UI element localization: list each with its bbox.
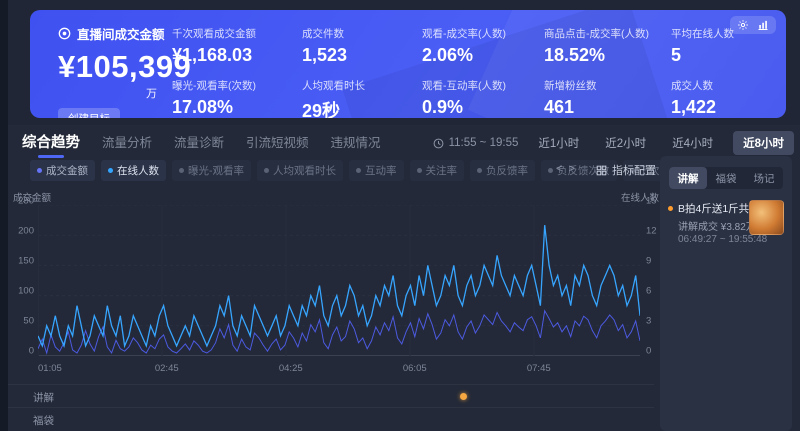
metric-label: 观看-成交率(人数) — [422, 26, 544, 41]
range-button-2h[interactable]: 近2小时 — [599, 131, 652, 155]
side-tab-luckybag[interactable]: 福袋 — [707, 167, 745, 189]
metric-value: 5 — [671, 45, 786, 66]
metric-label: 千次观看成交金额 — [172, 26, 302, 41]
side-panel: 讲解 福袋 场记 B拍4斤送1斤共35-4... 讲解成交 ¥3.82万 06:… — [660, 156, 792, 431]
explain-list-item[interactable]: B拍4斤送1斤共35-4... 讲解成交 ¥3.82万 06:49:27 ~ 1… — [668, 200, 784, 254]
gmv-amount: ¥105,399 — [58, 51, 188, 82]
range-button-1h[interactable]: 近1小时 — [532, 131, 585, 155]
dot-icon — [264, 168, 269, 173]
clock-icon — [433, 138, 444, 149]
dot-icon — [417, 168, 422, 173]
metric-label: 成交人数 — [671, 78, 786, 93]
dot-icon — [179, 168, 184, 173]
time-range-text: 11:55 ~ 19:55 — [449, 137, 519, 149]
stats-icon[interactable] — [757, 19, 769, 31]
banner-title-label: 直播间成交金额 — [77, 24, 165, 43]
time-range-display: 11:55 ~ 19:55 — [433, 137, 519, 149]
metric-label: 商品点击-成交率(人数) — [544, 26, 671, 41]
metric-value: 1,523 — [302, 45, 422, 66]
chip-negative-feedback-rate[interactable]: 负反馈率 — [470, 160, 535, 181]
chip-interaction-rate[interactable]: 互动率 — [349, 160, 404, 181]
explain-track-row: 讲解 — [8, 384, 654, 407]
target-icon — [58, 27, 71, 40]
metric-value: 17.08% — [172, 97, 302, 118]
tab-violations[interactable]: 违规情况 — [331, 132, 381, 151]
dot-icon — [548, 168, 553, 173]
metric-label: 曝光-观看率(次数) — [172, 78, 302, 93]
track-label-luckybag: 福袋 — [33, 413, 54, 428]
track-label-explain: 讲解 — [33, 390, 54, 405]
dot-icon — [356, 168, 361, 173]
online-users-line — [38, 225, 640, 346]
create-goal-button[interactable]: 创建目标 — [58, 108, 120, 118]
tab-overall-trend[interactable]: 综合趋势 — [22, 131, 80, 158]
online-dot-icon — [108, 168, 113, 173]
chip-gmv[interactable]: 成交金额 — [30, 160, 95, 181]
side-tab-explain[interactable]: 讲解 — [669, 167, 707, 189]
config-grid-icon — [596, 165, 607, 176]
gmv-banner: 直播间成交金额 ¥105,399 万 创建目标 千次观看成交金额¥1,168.0… — [30, 10, 786, 118]
item-title: B拍4斤送1斤共35-4... — [678, 201, 754, 216]
tab-traffic-analysis[interactable]: 流量分析 — [102, 132, 152, 151]
trend-chart[interactable] — [38, 205, 640, 356]
metric-value: 2.06% — [422, 45, 544, 66]
side-tab-session-notes[interactable]: 场记 — [745, 167, 783, 189]
item-gmv: 讲解成交 ¥3.82万 — [678, 218, 756, 233]
dot-icon — [477, 168, 482, 173]
gear-icon[interactable] — [737, 19, 749, 31]
chip-online-users[interactable]: 在线人数 — [101, 160, 166, 181]
metric-label: 人均观看时长 — [302, 78, 422, 93]
metric-label: 观看-互动率(人数) — [422, 78, 544, 93]
metric-value: 18.52% — [544, 45, 671, 66]
chip-exposure-view-rate[interactable]: 曝光-观看率 — [172, 160, 251, 181]
gmv-dot-icon — [37, 168, 42, 173]
metric-label: 成交件数 — [302, 26, 422, 41]
chip-follow-rate[interactable]: 关注率 — [410, 160, 465, 181]
tab-short-video[interactable]: 引流短视频 — [246, 132, 309, 151]
metric-value: 0.9% — [422, 97, 544, 118]
metric-config-button[interactable]: 指标配置 — [596, 162, 656, 178]
metric-value: 1,422 — [671, 97, 786, 118]
metric-value: 461 — [544, 97, 671, 118]
metric-value: ¥1,168.03 — [172, 45, 302, 66]
left-axis-ticks: 250 200 150 100 50 0 — [6, 201, 34, 351]
explain-marker-dot[interactable] — [460, 393, 467, 400]
range-button-8h[interactable]: 近8小时 — [733, 131, 794, 155]
range-button-4h[interactable]: 近4小时 — [666, 131, 719, 155]
chip-avg-watch-time[interactable]: 人均观看时长 — [257, 160, 343, 181]
side-panel-tabs: 讲解 福袋 场记 — [669, 167, 783, 189]
banner-metrics: 千次观看成交金额 ¥1,168.03 成交件数 1,523 观看-成交率(人数) 2.… — [172, 26, 786, 116]
tab-traffic-diagnosis[interactable]: 流量诊断 — [174, 132, 224, 151]
metric-label: 新增粉丝数 — [544, 78, 671, 93]
x-axis-ticks: 01:05 02:45 04:25 06:05 07:45 — [38, 363, 640, 375]
item-bullet-icon — [668, 206, 673, 211]
metric-value: 29秒 — [302, 97, 422, 118]
product-thumbnail — [749, 200, 784, 235]
chips-prev-arrow[interactable]: < — [556, 163, 562, 175]
chips-next-arrow[interactable]: > — [568, 163, 574, 175]
trend-lines — [38, 205, 640, 356]
section-tabs: 综合趋势 流量分析 流量诊断 引流短视频 违规情况 — [22, 131, 381, 158]
luckybag-track-row: 福袋 — [8, 407, 654, 430]
item-time-range: 06:49:27 ~ 19:55:48 — [678, 234, 767, 245]
gmv-line — [38, 311, 640, 353]
